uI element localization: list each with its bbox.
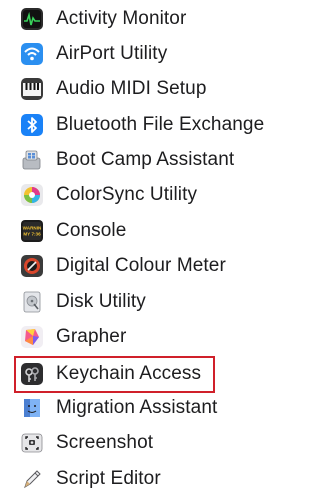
airport-utility-icon [21, 43, 43, 65]
app-row-colorsync-utility[interactable]: ColorSync Utility [20, 180, 310, 210]
app-label: Grapher [56, 326, 127, 347]
app-row-disk-utility[interactable]: Disk Utility [20, 287, 310, 317]
bluetooth-icon [21, 114, 43, 136]
app-row-grapher[interactable]: Grapher [20, 322, 310, 352]
utilities-app-list: Activity Monitor AirPort Utility Audio M… [0, 0, 323, 497]
app-row-airport-utility[interactable]: AirPort Utility [20, 39, 310, 69]
app-row-screenshot[interactable]: Screenshot [20, 428, 310, 458]
app-row-console[interactable]: WARNIN MY 7:36 Console [20, 216, 310, 246]
activity-monitor-icon [21, 8, 43, 30]
disk-utility-icon [23, 291, 41, 313]
app-row-audio-midi-setup[interactable]: Audio MIDI Setup [20, 74, 310, 104]
app-label: Keychain Access [56, 363, 202, 384]
app-label: Audio MIDI Setup [56, 78, 207, 99]
colour-meter-icon [21, 255, 43, 277]
app-label: Screenshot [56, 432, 154, 453]
script-editor-icon [24, 470, 41, 489]
app-label: Console [56, 220, 127, 241]
console-icon: WARNIN MY 7:36 [21, 220, 43, 242]
app-row-bluetooth-file-exchange[interactable]: Bluetooth File Exchange [20, 110, 310, 140]
console-icon-line-1: WARNIN [23, 226, 42, 231]
app-label: ColorSync Utility [56, 184, 198, 205]
audio-midi-setup-icon [21, 78, 43, 100]
app-row-keychain-access[interactable]: Keychain Access [20, 359, 310, 389]
app-label: Migration Assistant [56, 397, 218, 418]
boot-camp-icon [22, 150, 41, 170]
app-row-boot-camp-assistant[interactable]: Boot Camp Assistant [20, 145, 310, 175]
screenshot-icon [21, 433, 43, 453]
app-label: Bluetooth File Exchange [56, 114, 265, 135]
app-label: Script Editor [56, 468, 161, 489]
app-row-activity-monitor[interactable]: Activity Monitor [20, 4, 310, 34]
colorsync-icon [21, 184, 43, 206]
app-label: Disk Utility [56, 291, 146, 312]
console-icon-line-2: MY 7:36 [23, 232, 41, 237]
app-label: Digital Colour Meter [56, 255, 226, 276]
app-label: AirPort Utility [56, 43, 168, 64]
app-label: Activity Monitor [56, 8, 187, 29]
app-row-migration-assistant[interactable]: Migration Assistant [20, 393, 310, 423]
app-label: Boot Camp Assistant [56, 149, 235, 170]
grapher-icon [21, 326, 43, 348]
keychain-icon [21, 363, 43, 385]
migration-assistant-icon [24, 399, 40, 417]
app-row-script-editor[interactable]: Script Editor [20, 464, 310, 494]
app-row-digital-colour-meter[interactable]: Digital Colour Meter [20, 251, 310, 281]
